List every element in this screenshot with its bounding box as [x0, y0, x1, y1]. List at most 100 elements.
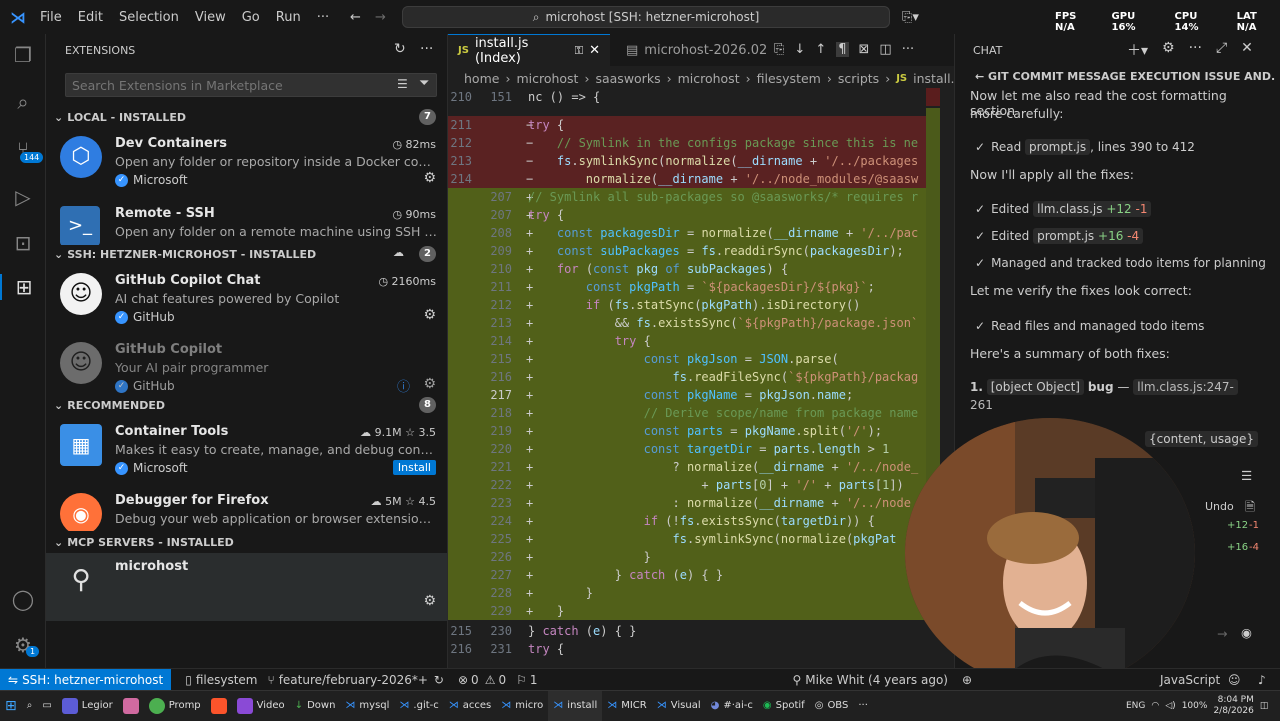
taskbar-app[interactable]: Video	[232, 691, 290, 721]
more-icon[interactable]: ···	[902, 42, 914, 57]
breadcrumb-item[interactable]: home	[464, 71, 499, 86]
gear-icon[interactable]: ⚙	[1162, 40, 1175, 60]
gear-icon[interactable]: ⚙	[423, 170, 436, 186]
taskbar-app[interactable]: ⋊ MICR	[602, 691, 652, 721]
refresh-icon[interactable]: ↻	[394, 41, 406, 57]
code-diff[interactable]: 210 151 nc () => { 211− try { 212− // Symli…	[448, 88, 926, 668]
error-count[interactable]: 0	[471, 673, 479, 687]
back-arrow-icon[interactable]: ←	[975, 70, 988, 83]
notification-icon[interactable]: ◫	[1260, 701, 1269, 711]
split-editor-icon[interactable]: ◫	[879, 42, 891, 57]
volume-icon[interactable]: ◁)	[1165, 701, 1175, 711]
battery-level[interactable]: 100%	[1182, 701, 1208, 711]
copilot-icon[interactable]: ⎘▾	[902, 10, 919, 25]
taskbar-app[interactable]: ◎ OBS	[810, 691, 854, 721]
taskbar-app[interactable]: ◉ Spotif	[758, 691, 810, 721]
close-icon[interactable]: ✕	[1241, 40, 1253, 60]
breadcrumb-item[interactable]: saasworks	[595, 71, 660, 86]
file-chip[interactable]: llm.class.js +12 -1	[1033, 201, 1152, 217]
tool-call-edit[interactable]: ✓ Edited prompt.js +16 -4	[975, 228, 1275, 244]
sync-icon[interactable]: ↻	[434, 673, 444, 687]
status-language[interactable]: JavaScript	[1160, 673, 1220, 687]
search-button[interactable]: ⌕	[22, 691, 38, 721]
mcp-installed-header[interactable]: ⌄ MCP SERVERS - INSTALLED	[46, 531, 447, 553]
extensions-icon[interactable]: ⊞	[0, 274, 46, 300]
taskbar-app[interactable]	[118, 691, 144, 721]
tray-language[interactable]: ENG	[1126, 701, 1145, 711]
explorer-icon[interactable]: ❐	[10, 42, 36, 68]
clear-icon[interactable]: ☰	[397, 77, 408, 91]
ssh-installed-header[interactable]: ⌄ SSH: HETZNER-MICROHOST - INSTALLED ☁ 2	[46, 243, 447, 265]
close-icon[interactable]: ✕	[589, 43, 600, 58]
chat-session-header[interactable]: ← GIT COMMIT MESSAGE EXECUTION ISSUE AND…	[975, 70, 1275, 83]
open-changes-icon[interactable]: ⎘	[774, 42, 784, 57]
filter-icon[interactable]: ⏷	[419, 76, 429, 91]
maximize-icon[interactable]: ⤢	[1216, 40, 1227, 60]
more-icon[interactable]: ···	[420, 41, 433, 57]
stop-icon[interactable]: ◉	[1241, 625, 1252, 640]
file-link[interactable]: llm.class.js:247-	[1133, 379, 1238, 395]
copilot-status-icon[interactable]: ☺	[1228, 673, 1241, 687]
remote-explorer-icon[interactable]: ⊡	[10, 230, 36, 256]
arrow-up-icon[interactable]: ↑	[815, 42, 826, 57]
list-icon[interactable]: ☰	[1241, 468, 1252, 483]
start-button[interactable]: ⊞	[0, 691, 22, 721]
extension-item[interactable]: ☺ GitHub Copilot Chat AI chat features p…	[46, 267, 447, 336]
status-branch[interactable]: feature/february-2026*+	[279, 673, 428, 687]
taskbar-app[interactable]: Legior	[57, 691, 118, 721]
map-icon[interactable]: ⊠	[859, 42, 870, 57]
taskbar-app[interactable]: ⋊ Visual	[652, 691, 706, 721]
zoom-icon[interactable]: ⊕	[962, 673, 972, 687]
whitespace-icon[interactable]: ¶	[836, 42, 849, 57]
tool-call-edit[interactable]: ✓ Edited llm.class.js +12 -1	[975, 201, 1275, 217]
extension-item[interactable]: ◉ Debugger for Firefox Debug your web ap…	[46, 487, 447, 531]
breadcrumb-item[interactable]: filesystem	[757, 71, 821, 86]
gear-icon[interactable]: ⚙	[423, 593, 436, 609]
taskbar-app[interactable]: ⋊ acces	[444, 691, 497, 721]
save-icon[interactable]: 🗎	[1245, 498, 1255, 519]
file-chip[interactable]: prompt.js	[1025, 139, 1091, 155]
extension-item[interactable]: ⚲ microhost ⚙	[46, 553, 447, 621]
taskbar-app[interactable]: ↓ Down	[290, 691, 341, 721]
remote-indicator[interactable]: ⇋ SSH: hetzner-microhost	[0, 668, 172, 691]
back-arrow-icon[interactable]: ←	[350, 10, 361, 25]
extension-search-input[interactable]	[66, 74, 386, 96]
gear-icon[interactable]: ⚙	[423, 307, 436, 323]
command-center[interactable]: ⌕ microhost [SSH: hetzner-microhost]	[402, 6, 890, 28]
tool-call-todo[interactable]: ✓ Managed and tracked todo items for plan…	[975, 256, 1275, 270]
run-debug-icon[interactable]: ▷	[10, 184, 36, 210]
taskbar-app[interactable]: ⋊ mysql	[340, 691, 394, 721]
extension-item[interactable]: ⬡ Dev Containers Open any folder or repo…	[46, 130, 447, 199]
cloud-download-icon[interactable]: ☁	[393, 246, 404, 259]
search-icon[interactable]: ⌕	[10, 89, 36, 115]
menu-run[interactable]: Run	[268, 10, 309, 25]
menu-edit[interactable]: Edit	[70, 10, 111, 25]
taskbar-app[interactable]: ⋊ install	[548, 690, 603, 721]
tool-call-read[interactable]: ✓ Read prompt.js, lines 390 to 412	[975, 139, 1275, 155]
info-count[interactable]: 1	[530, 673, 538, 687]
task-view-button[interactable]: ▭	[37, 691, 56, 721]
menu-selection[interactable]: Selection	[111, 10, 187, 25]
forward-arrow-icon[interactable]: →	[375, 10, 386, 25]
local-installed-header[interactable]: ⌄ LOCAL - INSTALLED 7	[46, 106, 447, 128]
gear-icon[interactable]: ⚙	[423, 376, 436, 392]
status-folder[interactable]: filesystem	[196, 673, 258, 687]
account-icon[interactable]: ◯	[10, 586, 36, 612]
tool-call-read[interactable]: ✓ Read files and managed todo items	[975, 319, 1275, 333]
bell-icon[interactable]: ♪	[1258, 673, 1266, 687]
extension-item[interactable]: ▦ Container Tools Makes it easy to creat…	[46, 418, 447, 487]
breadcrumb-item[interactable]: scripts	[838, 71, 879, 86]
menu-file[interactable]: File	[32, 10, 70, 25]
taskbar-app[interactable]: ⋊ .git-c	[394, 691, 443, 721]
file-chip[interactable]: prompt.js +16 -4	[1033, 228, 1144, 244]
taskbar-app[interactable]: ◕ #·ai-c	[706, 691, 758, 721]
recommended-header[interactable]: ⌄ RECOMMENDED 8	[46, 394, 447, 416]
new-chat-icon[interactable]: ＋▾	[1127, 40, 1148, 60]
install-button[interactable]: Install	[392, 460, 436, 475]
extension-item[interactable]: >_ Remote - SSH Open any folder on a rem…	[46, 200, 447, 245]
breadcrumb-item[interactable]: microhost	[678, 71, 740, 86]
send-icon[interactable]: →	[1217, 626, 1227, 641]
clock[interactable]: 8:04 PM 2/8/2026	[1213, 695, 1253, 717]
taskbar-app[interactable]: ⋊ micro	[496, 691, 548, 721]
tab-zip-file[interactable]: ▤ microhost-2026.02.08.z	[616, 34, 766, 66]
